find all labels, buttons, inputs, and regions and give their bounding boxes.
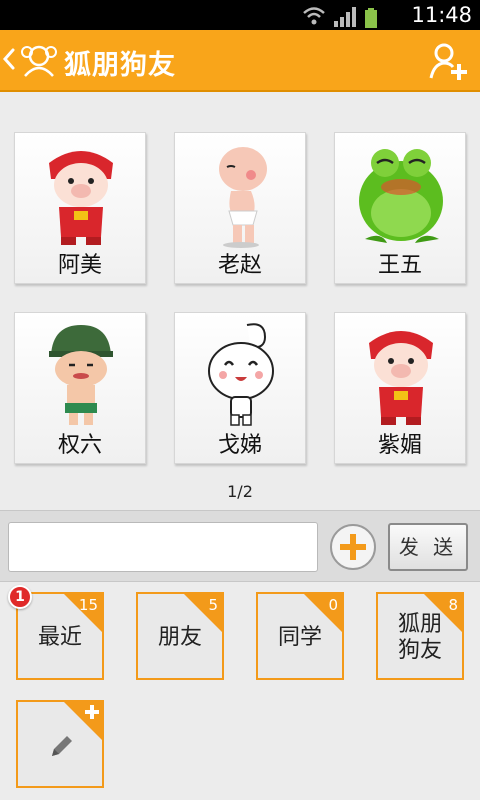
attach-button[interactable] xyxy=(330,524,376,570)
red-pig-avatar-icon xyxy=(49,151,113,245)
contact-card[interactable]: 老赵 xyxy=(174,132,306,284)
send-button[interactable]: 发 送 xyxy=(388,523,468,571)
group-tile-friends[interactable]: 5 朋友 xyxy=(136,592,224,680)
chevron-left-icon[interactable] xyxy=(2,44,16,74)
baby-avatar-icon xyxy=(219,147,267,248)
message-input[interactable] xyxy=(8,522,318,572)
contact-card[interactable]: 紫媚 xyxy=(334,312,466,464)
group-tile-recent[interactable]: 15 最近 xyxy=(16,592,104,680)
contact-card[interactable]: 戈娣 xyxy=(174,312,306,464)
contact-name: 戈娣 xyxy=(217,433,262,458)
group-logo-icon xyxy=(21,45,57,77)
contact-card[interactable]: 阿美 xyxy=(14,132,146,284)
signal-icon xyxy=(334,7,356,27)
app-header: 狐朋狗友 xyxy=(0,30,480,92)
frog-avatar-icon xyxy=(359,149,443,243)
page-title: 狐朋狗友 xyxy=(64,50,176,81)
contact-name: 王五 xyxy=(377,253,422,278)
contact-card[interactable]: 王五 xyxy=(334,132,466,284)
group-label: 狐朋 狗友 xyxy=(397,612,442,663)
contact-name: 阿美 xyxy=(57,253,102,278)
battery-icon xyxy=(365,8,377,28)
add-user-icon[interactable] xyxy=(428,40,470,82)
unread-badge: 1 xyxy=(8,585,32,609)
bun-avatar-icon xyxy=(208,323,274,426)
wifi-icon xyxy=(303,7,325,25)
group-panel: 15 最近 5 朋友 0 同学 8 狐朋 狗友 xyxy=(0,582,480,800)
status-icons xyxy=(303,7,377,28)
contact-name: 权六 xyxy=(57,433,102,458)
add-group-tile[interactable] xyxy=(16,700,104,788)
group-tile-buddies[interactable]: 8 狐朋 狗友 xyxy=(376,592,464,680)
group-tile-classmates[interactable]: 0 同学 xyxy=(256,592,344,680)
pencil-icon xyxy=(52,736,72,756)
status-time: 11:48 xyxy=(411,3,472,27)
soldier-avatar-icon xyxy=(49,325,113,425)
plus-icon xyxy=(85,705,99,719)
group-label: 朋友 xyxy=(157,625,202,650)
status-bar: 11:48 xyxy=(0,0,480,30)
page-indicator: 1/2 xyxy=(227,482,253,501)
group-label: 同学 xyxy=(277,625,322,650)
composer-bar: 发 送 xyxy=(0,510,480,582)
red-pig-avatar-icon xyxy=(369,331,433,425)
plus-icon xyxy=(340,534,366,560)
contact-grid: 阿美 老赵 王五 权六 戈娣 紫媚 1/2 xyxy=(0,92,480,510)
contact-card[interactable]: 权六 xyxy=(14,312,146,464)
contact-name: 紫媚 xyxy=(377,433,422,458)
group-label: 最近 xyxy=(37,625,82,650)
contact-name: 老赵 xyxy=(217,253,262,278)
